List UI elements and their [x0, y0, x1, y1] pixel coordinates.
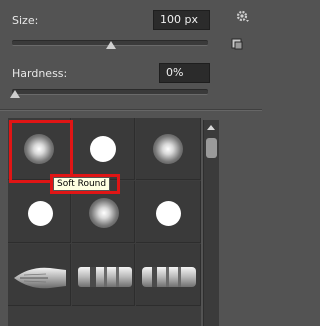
new-preset-icon[interactable] — [231, 38, 243, 50]
brush-preset-hard-round[interactable] — [136, 181, 201, 243]
brush-preset-bristle-flat[interactable] — [72, 244, 135, 306]
hardness-input[interactable]: 0% — [159, 63, 210, 83]
hardness-label: Hardness: — [12, 67, 68, 80]
size-slider-thumb[interactable] — [106, 41, 116, 49]
scroll-up-arrow-icon[interactable] — [207, 125, 215, 130]
section-divider — [0, 109, 262, 111]
preset-scrollbar[interactable] — [203, 120, 219, 326]
gear-icon[interactable] — [235, 9, 251, 25]
size-input[interactable]: 100 px — [153, 10, 210, 30]
brush-preset-hard-round[interactable] — [72, 118, 135, 180]
scrollbar-thumb[interactable] — [206, 138, 217, 158]
brush-preset-bristle-tip[interactable] — [8, 244, 71, 306]
hardness-slider-thumb[interactable] — [10, 90, 20, 98]
brush-preset-bristle-flat[interactable] — [136, 244, 201, 306]
hardness-slider-track[interactable] — [12, 89, 208, 95]
size-label: Size: — [12, 14, 39, 27]
tooltip-highlight — [50, 174, 120, 194]
brush-preset-soft-round[interactable] — [136, 118, 201, 180]
